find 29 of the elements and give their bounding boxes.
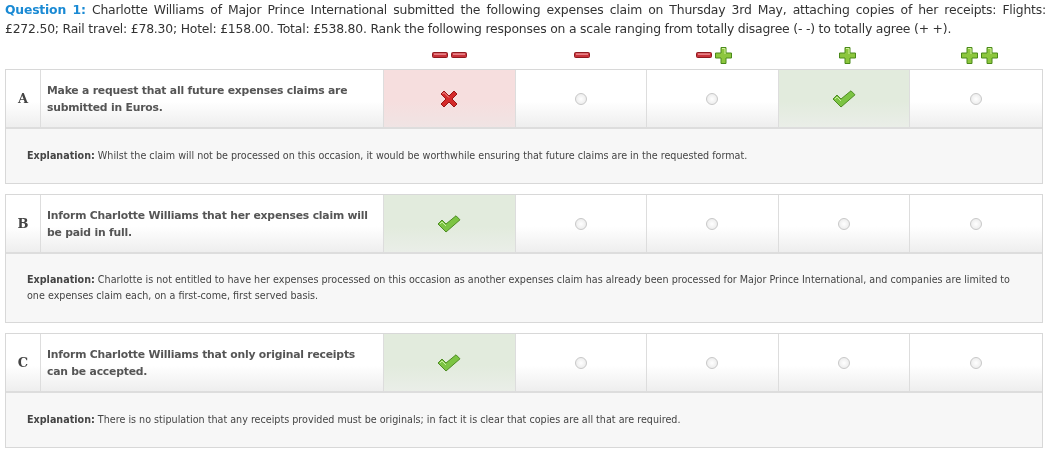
response-letter: B (6, 195, 41, 252)
radio-button[interactable] (838, 356, 851, 369)
radio-button[interactable] (574, 217, 587, 230)
rating-option[interactable] (778, 70, 911, 127)
question-text: Question 1: Charlotte Williams of Major Prince International submitted the following expenses claim on Thursday 3rd May, attaching copies of her receipts: Flights: £272.50; Rail travel: £78.30; Hotel: £158.00. Total: £538.80. Rank the following responses on a scale ranging from totally disagree (- -) to totally agree (+ +). (5, 1, 1046, 38)
response-letter: A (6, 70, 41, 127)
radio-button[interactable] (970, 217, 983, 230)
explanation-text: Explanation: There is no stipulation that any receipts provided must be originals; in fact it is clear that copies are all that are required. (27, 413, 681, 427)
response-statement: Make a request that all future expenses claims are submitted in Euros. (41, 70, 384, 127)
explanation-text: Explanation: Charlotte is not entitled to have her expenses processed on this occasion as another expenses claim has already been processed for Major Prince International, and companies are limited to one expenses claim each, on a first-come, first served basis. (27, 273, 1011, 303)
response-letter: C (6, 334, 41, 391)
response-statement: Inform Charlotte Williams that only original receipts can be accepted. (41, 334, 384, 391)
explanation-text: Explanation: Whilst the claim will not be processed on this occasion, it would be worthwhile ensuring that future claims are in the requested format. (27, 149, 748, 163)
checkmark-icon (437, 353, 462, 372)
radio-button[interactable] (706, 92, 719, 105)
radio-button[interactable] (574, 356, 587, 369)
rating-option[interactable] (384, 334, 516, 391)
radio-button[interactable] (574, 92, 587, 105)
radio-button[interactable] (706, 356, 719, 369)
rating-option[interactable] (384, 70, 516, 127)
checkmark-icon (437, 214, 462, 233)
response-statement: Inform Charlotte Williams that her expenses claim will be paid in full. (41, 195, 384, 252)
radio-button[interactable] (970, 356, 983, 369)
radio-button[interactable] (706, 217, 719, 230)
radio-button[interactable] (970, 92, 983, 105)
cross-icon (440, 89, 459, 108)
rating-option[interactable] (384, 195, 516, 252)
checkmark-icon (832, 89, 857, 108)
radio-button[interactable] (838, 217, 851, 230)
